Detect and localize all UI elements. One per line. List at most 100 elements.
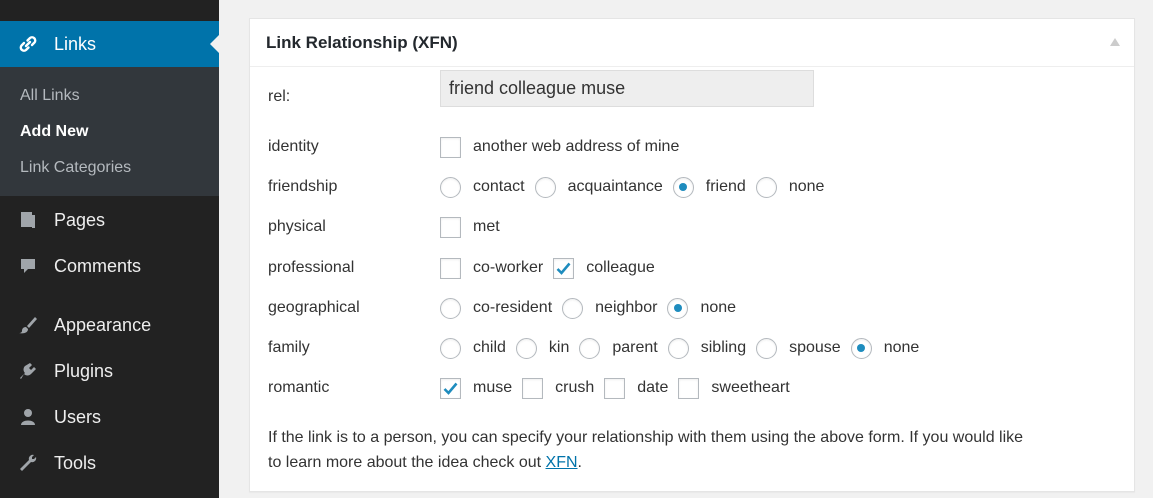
current-menu-notch — [210, 35, 219, 53]
option-label: neighbor — [595, 299, 658, 316]
option-label: crush — [555, 379, 595, 396]
sidebar-item-tools[interactable]: Tools — [0, 440, 219, 486]
romantic-muse-option[interactable]: muse — [440, 377, 513, 399]
family-none-option[interactable]: none — [850, 337, 920, 359]
professional-coworker-option[interactable]: co-worker — [440, 257, 544, 279]
geographical-label: geographical — [268, 299, 360, 316]
admin-sidebar: Links All Links Add New Link Categories … — [0, 0, 219, 498]
submenu-all-links[interactable]: All Links — [0, 85, 219, 121]
xfn-postbox: Link Relationship (XFN) rel: identity an… — [249, 18, 1135, 492]
sidebar-item-label: Plugins — [54, 360, 114, 381]
collapse-toggle-icon[interactable] — [1108, 35, 1122, 49]
sidebar-item-label: Appearance — [54, 314, 152, 335]
option-label: none — [883, 339, 920, 356]
radio[interactable] — [440, 297, 461, 319]
option-label: muse — [473, 379, 513, 396]
friendship-acquaintance-option[interactable]: acquaintance — [534, 176, 663, 198]
option-label: another web address of mine — [473, 138, 680, 155]
radio[interactable] — [579, 337, 601, 359]
link-icon — [16, 32, 40, 56]
radio[interactable] — [667, 337, 689, 359]
radio-dot — [857, 344, 866, 352]
xfn-link[interactable]: XFN — [546, 454, 578, 471]
radio[interactable] — [440, 176, 461, 198]
help-text-line1: If the link is to a person, you can spec… — [268, 429, 1024, 446]
rel-label: rel: — [268, 88, 291, 105]
friendship-friend-option[interactable]: friend — [672, 176, 746, 198]
friendship-none-option[interactable]: none — [755, 176, 825, 198]
romantic-sweetheart-option[interactable]: sweetheart — [678, 377, 790, 399]
identity-label: identity — [268, 138, 319, 155]
physical-label: physical — [268, 218, 326, 235]
radio-dot — [673, 304, 682, 312]
option-label: acquaintance — [567, 178, 663, 195]
option-label: kin — [548, 339, 570, 356]
physical-met-option[interactable]: met — [440, 216, 500, 238]
option-label: co-resident — [473, 299, 553, 316]
submenu-add-new[interactable]: Add New — [0, 121, 219, 157]
radio-selected[interactable] — [672, 176, 694, 198]
option-label: co-worker — [473, 259, 544, 276]
option-label: contact — [473, 178, 525, 195]
option-label: date — [637, 379, 669, 396]
geographical-neighbor-option[interactable]: neighbor — [562, 297, 658, 319]
radio[interactable] — [440, 337, 461, 359]
sidebar-item-label: Pages — [54, 209, 106, 230]
checkmark-icon — [443, 382, 458, 395]
friendship-contact-option[interactable]: contact — [440, 176, 525, 198]
romantic-crush-option[interactable]: crush — [522, 377, 595, 399]
users-icon — [16, 405, 40, 429]
option-label: met — [473, 218, 500, 235]
option-label: none — [700, 299, 737, 316]
postbox-header[interactable]: Link Relationship (XFN) — [250, 19, 1134, 67]
help-text: If the link is to a person, you can spec… — [268, 425, 1128, 475]
family-parent-option[interactable]: parent — [579, 337, 658, 359]
option-label: spouse — [789, 339, 841, 356]
plugins-icon — [16, 359, 40, 383]
family-child-option[interactable]: child — [440, 337, 506, 359]
identity-me-option[interactable]: another web address of mine — [440, 136, 680, 158]
radio[interactable] — [562, 297, 584, 319]
radio[interactable] — [755, 176, 777, 198]
radio-selected[interactable] — [850, 337, 872, 359]
sidebar-prev-item[interactable] — [0, 0, 219, 21]
family-sibling-option[interactable]: sibling — [667, 337, 746, 359]
checkbox[interactable] — [604, 377, 626, 399]
option-label: friend — [705, 178, 746, 195]
checkbox[interactable] — [440, 257, 461, 279]
comments-icon — [16, 254, 40, 278]
checkbox[interactable] — [440, 216, 461, 238]
help-text-line2: to learn more about the idea check out — [268, 454, 546, 471]
radio[interactable] — [756, 337, 778, 359]
radio[interactable] — [534, 176, 556, 198]
sidebar-item-plugins[interactable]: Plugins — [0, 348, 219, 394]
rel-input[interactable] — [440, 70, 814, 107]
submenu-link-categories[interactable]: Link Categories — [0, 157, 219, 193]
sidebar-item-comments[interactable]: Comments — [0, 243, 219, 289]
checkbox-checked[interactable] — [440, 377, 461, 399]
geographical-none-option[interactable]: none — [667, 297, 737, 319]
sidebar-item-label: Comments — [54, 255, 142, 276]
radio[interactable] — [515, 337, 537, 359]
checkbox-checked[interactable] — [553, 257, 575, 279]
option-label: none — [788, 178, 825, 195]
family-kin-option[interactable]: kin — [515, 337, 570, 359]
tools-icon — [16, 451, 40, 475]
romantic-date-option[interactable]: date — [604, 377, 669, 399]
family-label: family — [268, 339, 310, 356]
sidebar-item-pages[interactable]: Pages — [0, 197, 219, 243]
geographical-coresident-option[interactable]: co-resident — [440, 297, 553, 319]
checkbox[interactable] — [440, 136, 461, 158]
sidebar-item-appearance[interactable]: Appearance — [0, 302, 219, 348]
checkbox[interactable] — [522, 377, 544, 399]
sidebar-item-links[interactable]: Links — [0, 21, 219, 67]
checkbox[interactable] — [678, 377, 700, 399]
links-submenu: All Links Add New Link Categories — [0, 67, 219, 196]
family-spouse-option[interactable]: spouse — [756, 337, 841, 359]
professional-colleague-option[interactable]: colleague — [553, 257, 655, 279]
radio-selected[interactable] — [667, 297, 689, 319]
help-text-period: . — [577, 454, 582, 471]
sidebar-item-label: Users — [54, 406, 102, 427]
professional-label: professional — [268, 259, 355, 276]
sidebar-item-users[interactable]: Users — [0, 394, 219, 440]
